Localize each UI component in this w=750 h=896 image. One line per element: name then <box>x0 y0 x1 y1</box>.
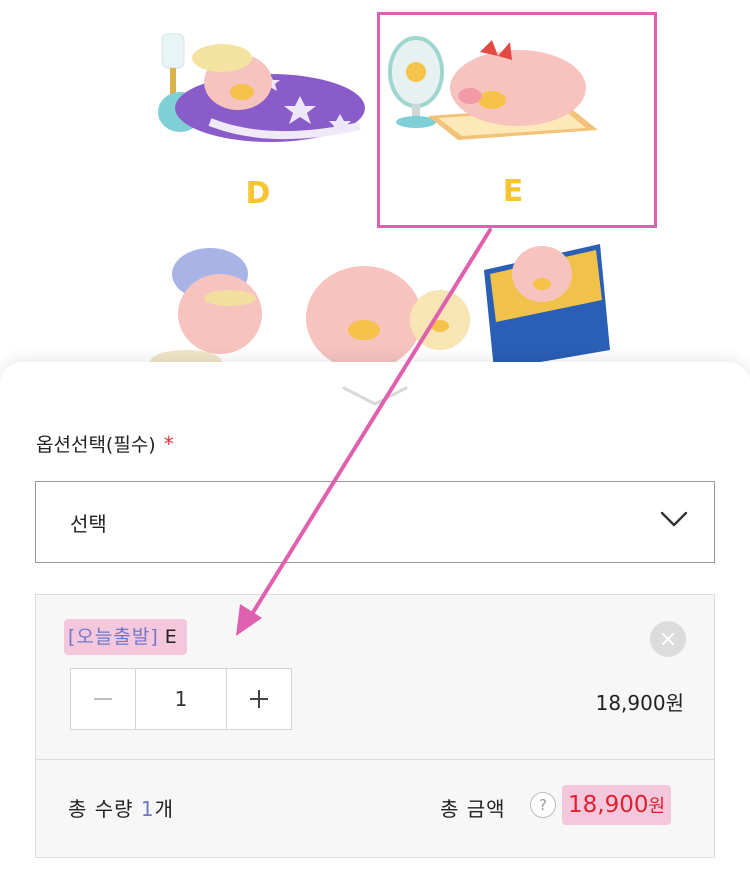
sheet-collapse-chevron-icon[interactable] <box>340 384 410 408</box>
figure-d-image <box>158 33 365 142</box>
total-quantity: 총 수량 1개 <box>68 793 174 822</box>
total-quantity-unit: 개 <box>154 797 175 821</box>
item-price: 18,900원 <box>595 691 684 715</box>
option-select-label: 옵션선택(필수) * <box>36 430 174 457</box>
increase-quantity-button[interactable] <box>226 669 291 729</box>
item-tag: [오늘출발] <box>68 626 159 648</box>
option-select-dropdown[interactable]: 선택 <box>35 481 715 563</box>
figure-g-image <box>306 266 470 368</box>
select-value: 선택 <box>70 512 107 536</box>
help-icon[interactable]: ? <box>530 792 556 818</box>
total-amount-value: 18,900 <box>568 792 649 818</box>
divider <box>36 759 714 760</box>
close-icon <box>662 633 674 645</box>
variant-letter-d: D <box>245 176 271 211</box>
option-bottom-sheet: 옵션선택(필수) * 선택 [오늘출발] E 1 18,900원 총 수량 1개… <box>0 362 750 896</box>
quantity-value[interactable]: 1 <box>136 669 226 729</box>
decrease-quantity-button[interactable] <box>71 669 136 729</box>
product-image-area: D E <box>0 0 750 380</box>
chevron-down-icon <box>660 511 688 527</box>
total-quantity-label: 총 수량 <box>68 797 134 821</box>
figure-h-image <box>484 244 610 370</box>
selected-variant-highlight <box>377 12 657 228</box>
figure-f-image <box>150 248 262 370</box>
option-label-text: 옵션선택(필수) <box>36 434 156 456</box>
plus-icon <box>250 690 268 708</box>
item-variant: E <box>164 626 177 648</box>
required-mark: * <box>163 432 174 456</box>
quantity-stepper: 1 <box>70 668 292 730</box>
minus-icon <box>94 698 112 700</box>
total-amount: 18,900원 <box>562 785 672 825</box>
total-quantity-value: 1 <box>140 797 155 821</box>
remove-item-button[interactable] <box>650 621 686 657</box>
total-amount-unit: 원 <box>648 796 666 817</box>
total-amount-label: 총 금액 <box>440 797 506 821</box>
selected-item-name: [오늘출발] E <box>64 619 187 655</box>
selected-item-panel: [오늘출발] E 1 18,900원 총 수량 1개 총 금액 ? 18,900… <box>35 594 715 858</box>
